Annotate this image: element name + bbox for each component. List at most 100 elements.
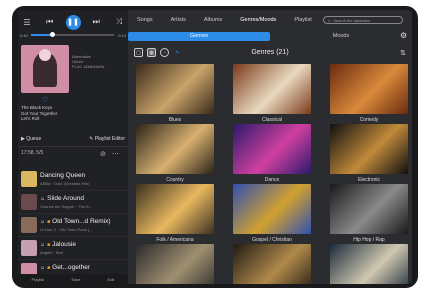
genre-tile[interactable]: Country (136, 124, 214, 183)
genre-tile[interactable] (233, 244, 311, 284)
genre-label: Hip Hop / Rap (353, 237, 385, 243)
tab-2[interactable]: Albums (195, 17, 231, 23)
genre-tile[interactable]: Blues (136, 64, 214, 123)
subtab-0[interactable]: Genres (128, 32, 270, 41)
time-remaining: -3:14 (116, 32, 126, 38)
source-badge-icon: ■ (47, 219, 51, 225)
queue-item-title-row: ☺ ■ Old Town...d Remix) (40, 218, 111, 225)
seek-bar[interactable] (30, 32, 114, 37)
queue-item-title-row: ☺ Slide Around (40, 195, 84, 202)
genre-image (136, 124, 214, 174)
genre-image (136, 64, 214, 114)
timer-icon: ☺ (40, 196, 46, 202)
genre-image (233, 124, 311, 174)
queue-item-subtitle: Lil Nas X · Old Town Road (... (40, 227, 93, 232)
edit-button[interactable]: Edit (108, 277, 115, 282)
genre-tile[interactable]: Gospel / Christian (233, 184, 311, 243)
genre-tile[interactable] (330, 244, 408, 284)
view-toolbar: ▢ ▦ ◔ ✎ Genres (21) ⇅ (128, 47, 412, 59)
source-badge-icon: ■ (47, 242, 51, 248)
genre-label: Country (166, 177, 184, 183)
seek-fill (30, 34, 52, 36)
genre-label: Blues (168, 117, 182, 123)
genre-tile[interactable]: Electronic (330, 124, 408, 183)
library-browser: Songs Artists Albums Genres/Moods Playlist ⌕… (128, 10, 412, 284)
queue-item[interactable]: ☺ ■ Old Town...d Remix) Lil Nas X · Old Tow… (18, 214, 128, 237)
search-icon: ⌕ (328, 17, 331, 23)
previous-icon[interactable]: ⏮ (43, 15, 57, 29)
album-cover[interactable] (21, 45, 69, 93)
tablet-frame: ☰ ⏮ ❚❚ ⏭ ⤨ 0:40 -3:14 Alternative Genre … (12, 6, 418, 288)
search-input[interactable]: ⌕ Search the database (323, 16, 403, 24)
subtab-1[interactable]: Moods (270, 32, 412, 41)
genre-label: Comedy (359, 117, 379, 123)
tab-3[interactable]: Genres/Moods (231, 17, 285, 23)
source-badge-icon: ■ (47, 265, 51, 271)
queue-item-subtitle: Angèle · Brol (40, 250, 64, 255)
genre-label: Gospel / Christian (252, 237, 292, 243)
queue-actions: ⊘ ⋯ (100, 150, 119, 158)
meta-line: FLAC 16bit/44kHz (72, 64, 105, 69)
pause-button[interactable]: ❚❚ (65, 14, 81, 30)
genre-image (233, 64, 311, 114)
queue-item-title-row: ☺ ■ Get...ogether (40, 264, 90, 271)
sort-icon[interactable]: ⇅ (400, 49, 406, 57)
queue-toolbar: ▶ Queue ✎ Playlist Editor (21, 134, 125, 144)
playlist-editor-button[interactable]: ✎ Playlist Editor (89, 136, 125, 142)
queue-list: Dancing Queen ABBA · Gold (Greatest Hits)… (18, 168, 128, 283)
queue-item[interactable]: ☺ Slide Around Chance the Rapper · The B..… (18, 191, 128, 214)
genre-tile[interactable]: Folk / Americana (136, 184, 214, 243)
genre-image (330, 244, 408, 284)
queue-item-title: Dancing Queen (40, 172, 86, 179)
divider (18, 146, 128, 147)
sub-tabs: Genres Moods (128, 32, 412, 41)
queue-item-thumb (21, 240, 37, 256)
favorite-icon[interactable]: ♡ (42, 96, 48, 104)
gear-icon[interactable]: ⚙ (400, 31, 407, 40)
genre-label: Dance (264, 177, 280, 183)
tab-0[interactable]: Songs (128, 17, 162, 23)
genre-image (136, 244, 214, 284)
queue-item[interactable]: Dancing Queen ABBA · Gold (Greatest Hits) (18, 168, 128, 191)
genre-label: Folk / Americana (156, 237, 194, 243)
queue-item-title: Jalousie (52, 241, 76, 248)
queue-item-title-row: ☺ ■ Jalousie (40, 241, 76, 248)
seek-handle[interactable] (49, 32, 55, 37)
queue-item-subtitle: Chance the Rapper · The B... (40, 204, 93, 209)
genre-tile[interactable]: Dance (233, 124, 311, 183)
queue-button[interactable]: ▶ Queue (21, 136, 41, 142)
more-icon[interactable]: ⋯ (112, 150, 119, 158)
genre-tile[interactable] (136, 244, 214, 284)
clear-queue-icon[interactable]: ⊘ (100, 150, 106, 158)
genre-tile[interactable]: Hip Hop / Rap (330, 184, 408, 243)
queue-item-thumb (21, 171, 37, 187)
genre-label: Electronic (358, 177, 380, 183)
queue-bottom-bar: Playlist Save Edit (18, 274, 128, 284)
timer-icon: ☺ (40, 242, 46, 248)
queue-item-title-row: Dancing Queen (40, 172, 85, 179)
queue-item-title: Old Town...d Remix) (52, 218, 111, 225)
save-button[interactable]: Save (71, 277, 80, 282)
genres-title: Genres (21) (251, 49, 289, 56)
genre-image (233, 184, 311, 234)
queue-label: Queue (26, 136, 42, 142)
time-elapsed: 0:40 (20, 32, 28, 38)
search-placeholder: Search the database (333, 17, 371, 23)
queue-item-title: Slide Around (47, 195, 84, 202)
menu-icon[interactable]: ☰ (20, 15, 34, 29)
cover-figure-head (39, 49, 51, 61)
genre-tile[interactable]: Comedy (330, 64, 408, 123)
timer-icon: ☺ (40, 265, 46, 271)
next-icon[interactable]: ⏭ (89, 15, 103, 29)
genre-image (136, 184, 214, 234)
genre-tile[interactable]: Classical (233, 64, 311, 123)
playlist-button[interactable]: Playlist (32, 277, 45, 282)
genre-image (330, 124, 408, 174)
shuffle-icon[interactable]: ⤨ (112, 15, 126, 29)
playlist-editor-label: Playlist Editor (94, 136, 125, 142)
queue-item[interactable]: ☺ ■ Jalousie Angèle · Brol (18, 237, 128, 260)
tab-4[interactable]: Playlist (285, 17, 320, 23)
track-meta: Alternative Genre FLAC 16bit/44kHz (72, 54, 126, 69)
np-title: Let's Roll (21, 116, 40, 121)
tab-1[interactable]: Artists (162, 17, 195, 23)
